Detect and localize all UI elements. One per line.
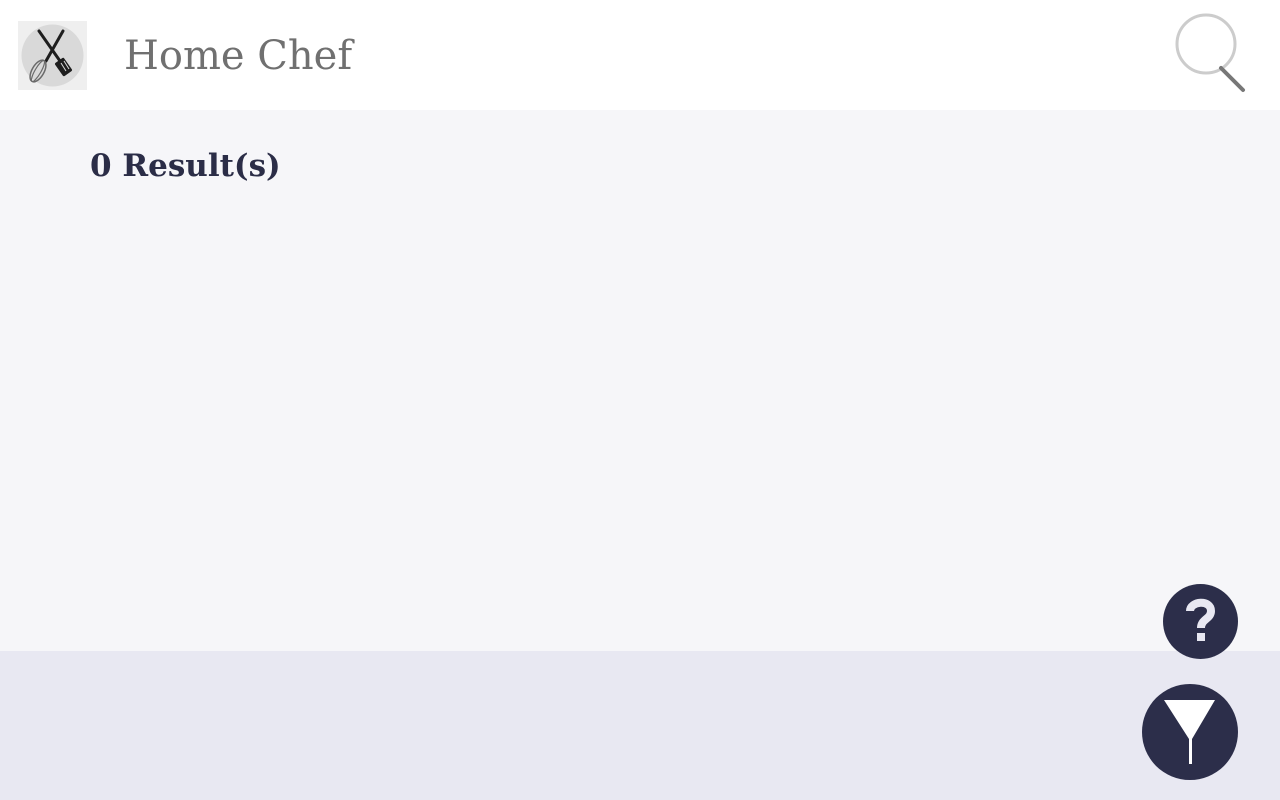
- whisk-spatula-icon: [21, 24, 84, 87]
- question-icon: [1186, 598, 1216, 641]
- app-title: Home Chef: [124, 33, 353, 79]
- funnel-icon: [1164, 700, 1215, 764]
- filter-button[interactable]: [1142, 684, 1238, 780]
- app-header: Home Chef: [0, 0, 1280, 110]
- results-area: 0 Result(s): [0, 110, 1280, 651]
- footer-bar: [0, 651, 1280, 800]
- search-icon: [1175, 13, 1245, 92]
- help-button[interactable]: [1163, 584, 1238, 659]
- app-logo[interactable]: [18, 21, 87, 90]
- results-count: 0 Result(s): [90, 148, 281, 184]
- search-button[interactable]: [1172, 10, 1252, 96]
